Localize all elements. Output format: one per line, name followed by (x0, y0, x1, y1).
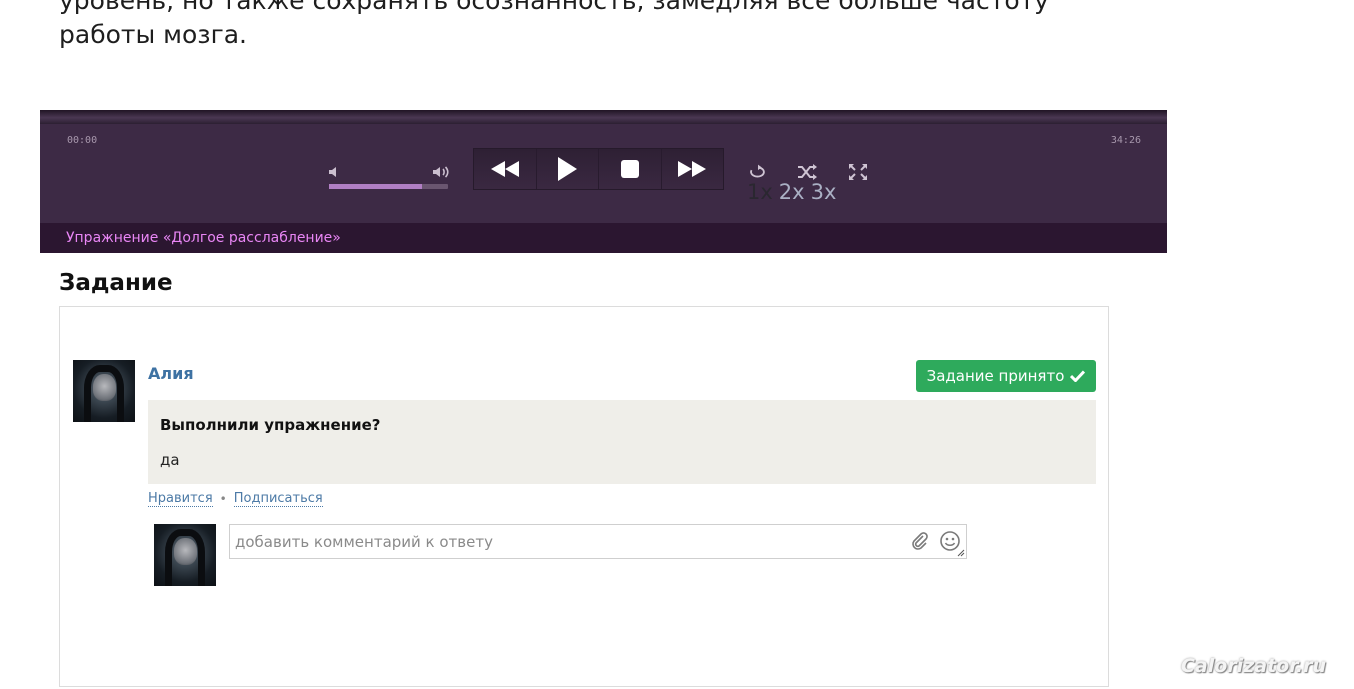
rewind-button[interactable] (474, 149, 537, 189)
answer-actions: Нравится • Подписаться (148, 491, 323, 507)
shuffle-button[interactable] (797, 163, 819, 181)
track-caption-bar: Упражнение «Долгое расслабление» (40, 223, 1167, 253)
rewind-icon (490, 161, 519, 177)
question-text: Выполнили упражнение? (160, 416, 381, 434)
paperclip-icon (912, 532, 928, 550)
attach-button[interactable] (909, 530, 931, 552)
transport-controls (473, 148, 724, 190)
fullscreen-button[interactable] (847, 163, 869, 181)
volume-low-icon[interactable] (328, 165, 342, 179)
time-elapsed: 00:00 (67, 135, 98, 146)
answer-block: Выполнили упражнение? да (148, 400, 1096, 484)
volume-slider[interactable] (329, 184, 448, 189)
intro-text: уровень, но также сохранять осознанность… (59, 0, 1159, 52)
speed-selector: 1x 2x 3x (747, 180, 842, 204)
author-name[interactable]: Алия (148, 364, 194, 383)
fast-forward-button[interactable] (662, 149, 724, 189)
status-label: Задание принято (926, 367, 1065, 385)
comment-input[interactable] (230, 525, 900, 558)
comment-box (229, 524, 967, 559)
volume-high-icon[interactable] (432, 165, 452, 179)
watermark-logo: Calorizator.ru (1180, 655, 1326, 677)
play-button[interactable] (537, 149, 599, 189)
track-title: Упражнение «Долгое расслабление» (66, 230, 341, 246)
repeat-icon (750, 164, 765, 178)
progress-bar[interactable] (40, 110, 1167, 124)
intro-line-1: уровень, но также сохранять осознанность… (59, 0, 1049, 15)
volume-fill (329, 184, 422, 189)
task-panel: Алия Задание принято Выполнили упражнени… (59, 306, 1109, 687)
subscribe-link[interactable]: Подписаться (233, 491, 323, 507)
time-total: 34:26 (1110, 135, 1141, 146)
intro-line-2: работы мозга. (59, 20, 248, 49)
audio-player: 00:00 34:26 1x 2x 3x Упражнение «Долгое … (40, 110, 1167, 253)
task-heading: Задание (59, 270, 173, 296)
author-avatar[interactable] (73, 360, 135, 422)
play-icon (558, 157, 578, 181)
separator-dot: • (219, 492, 227, 506)
current-user-avatar (154, 524, 216, 586)
stop-button[interactable] (599, 149, 662, 189)
speed-option-2x[interactable]: 2x (779, 180, 805, 204)
task-accepted-button[interactable]: Задание принято (916, 360, 1096, 392)
shuffle-icon (798, 164, 817, 180)
speed-option-1x[interactable]: 1x (747, 180, 773, 204)
stop-icon (620, 160, 639, 178)
repeat-button[interactable] (747, 163, 769, 181)
resize-handle-icon[interactable] (957, 549, 965, 557)
fast-forward-icon (678, 161, 707, 177)
fullscreen-icon (849, 164, 867, 180)
like-link[interactable]: Нравится (148, 491, 213, 507)
checkmark-icon (1070, 370, 1086, 382)
speed-option-3x[interactable]: 3x (811, 180, 837, 204)
answer-text: да (160, 451, 180, 469)
